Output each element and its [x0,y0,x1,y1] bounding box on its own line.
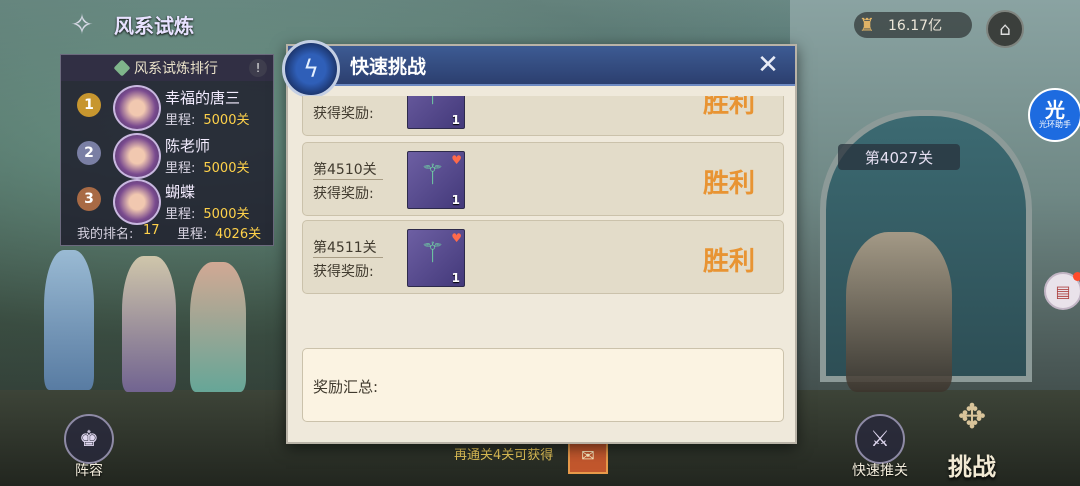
helper-icon-text: 光 [1045,98,1065,122]
victory-text: 胜利 [702,169,755,199]
player-progress: 里程: 5000关 [165,203,249,222]
lightning-emblem-icon: ϟ [282,40,340,98]
reward-item[interactable]: ⚚ 1 [407,96,465,129]
info-icon[interactable]: ! [249,59,267,77]
weapon-icon: ⚚ [420,96,445,111]
close-icon[interactable]: ✕ [755,52,781,78]
stage-label: 第4510关 [313,162,377,178]
weapon-icon: ⚚ [420,236,446,269]
stage-label: 第4511关 [313,240,377,256]
victory-text: 胜利 [702,247,755,277]
reward-summary: 奖励汇总: [302,348,784,422]
reward-item[interactable]: ⚚ ♥ 1 [407,151,465,209]
ranking-title: 风系试炼排行 [134,61,218,77]
player-name: 陈老师 [165,137,211,155]
quick-challenge-dialog: 快速挑战 ✕ ϟ 获得奖励: ⚚ 1 胜利 第4510关 获得奖励: ⚚ ♥ 1… [282,40,797,444]
reward-label: 获得奖励: [313,186,374,202]
my-progress-label: 里程: [177,227,208,242]
result-row: 获得奖励: ⚚ 1 胜利 [302,96,784,136]
scroll-event-button[interactable]: ▤ [1044,272,1080,310]
result-row: 第4510关 获得奖励: ⚚ ♥ 1 胜利 [302,142,784,216]
victory-text: 胜利 [702,96,755,119]
currency-display: ♜ 16.17亿 [854,12,972,38]
avatar [113,133,161,179]
reward-item[interactable]: ⚚ ♥ 1 [407,229,465,287]
item-count: 1 [451,113,460,127]
hero-figure-1 [44,250,94,390]
ranking-header: 风系试炼排行 ! [61,55,273,81]
weapon-icon: ⚚ [420,158,446,191]
divider [313,179,383,180]
wind-gem-icon [113,59,131,77]
progress-label: 里程: [165,161,196,176]
avatar [113,85,161,131]
my-rank-value: 17 [143,223,160,238]
challenge-button[interactable]: ✥ 挑战 [932,378,1012,482]
quick-push-button[interactable]: ⚔ 快速推关 [852,414,908,480]
rank-medal: 3 [77,187,101,211]
lineup-label: 阵容 [75,463,103,479]
heart-icon: ♥ [451,231,462,245]
scroll-icon: ▤ [1055,281,1071,301]
result-row: 第4511关 获得奖励: ⚚ ♥ 1 胜利 [302,220,784,294]
hero-figure-2 [122,256,176,392]
divider [313,257,383,258]
progress-label: 里程: [165,113,196,128]
challenge-emblem-icon: ✥ [957,397,987,437]
summary-label: 奖励汇总: [313,378,379,396]
wind-emblem-icon: ✧ [70,7,94,41]
progress-label: 里程: [165,207,196,222]
helper-button[interactable]: 光 光环助手 [1028,88,1080,142]
home-button[interactable]: ⌂ [986,10,1024,48]
mode-title-text: 风系试炼 [114,13,194,38]
player-progress: 里程: 5000关 [165,109,249,128]
rank-medal: 1 [77,93,101,117]
ranking-row: 2 陈老师 里程: 5000关 [61,131,273,179]
currency-value: 16.17亿 [888,18,943,34]
helper-label: 光环助手 [1039,120,1071,129]
reward-label: 获得奖励: [313,106,374,122]
ranking-row: 1 幸福的唐三 里程: 5000关 [61,83,273,131]
ranking-row: 3 蝴蝶 里程: 5000关 [61,177,273,225]
heart-icon: ♥ [451,153,462,167]
results-list[interactable]: 获得奖励: ⚚ 1 胜利 第4510关 获得奖励: ⚚ ♥ 1 胜利 第4511… [300,96,784,430]
item-count: 1 [451,271,460,285]
quick-push-label: 快速推关 [852,463,908,479]
home-icon: ⌂ [999,18,1011,40]
avatar [113,179,161,225]
reward-label: 获得奖励: [313,264,374,280]
mode-title: ✧ 风系试炼 [60,6,194,42]
player-name: 蝴蝶 [165,183,196,201]
player-name: 幸福的唐三 [165,89,241,107]
progress-value: 5000关 [203,161,250,176]
item-count: 1 [451,193,460,207]
challenge-label: 挑战 [948,453,996,481]
my-progress-value: 4026关 [215,227,262,242]
lineup-icon: ♚ [64,414,114,464]
notification-dot [1073,272,1080,281]
dialog-header: 快速挑战 ✕ [288,46,795,86]
hero-figure-3 [190,262,246,392]
lineup-button[interactable]: ♚ 阵容 [64,414,114,480]
progress-value: 5000关 [203,207,250,222]
quick-push-icon: ⚔ [855,414,905,464]
enemy-figure [846,232,952,392]
rank-medal: 2 [77,141,101,165]
player-progress: 里程: 5000关 [165,157,249,176]
dialog-title: 快速挑战 [350,56,427,78]
reward-hint: 再通关4关可获得 [454,448,554,463]
ranking-panel[interactable]: 风系试炼排行 ! 1 幸福的唐三 里程: 5000关 2 陈老师 里程: 5000关… [60,54,274,246]
current-stage-badge: 第4027关 [838,144,960,170]
my-rank-label: 我的排名: [77,227,134,242]
coin-icon: ♜ [858,14,876,36]
progress-value: 5000关 [203,113,250,128]
